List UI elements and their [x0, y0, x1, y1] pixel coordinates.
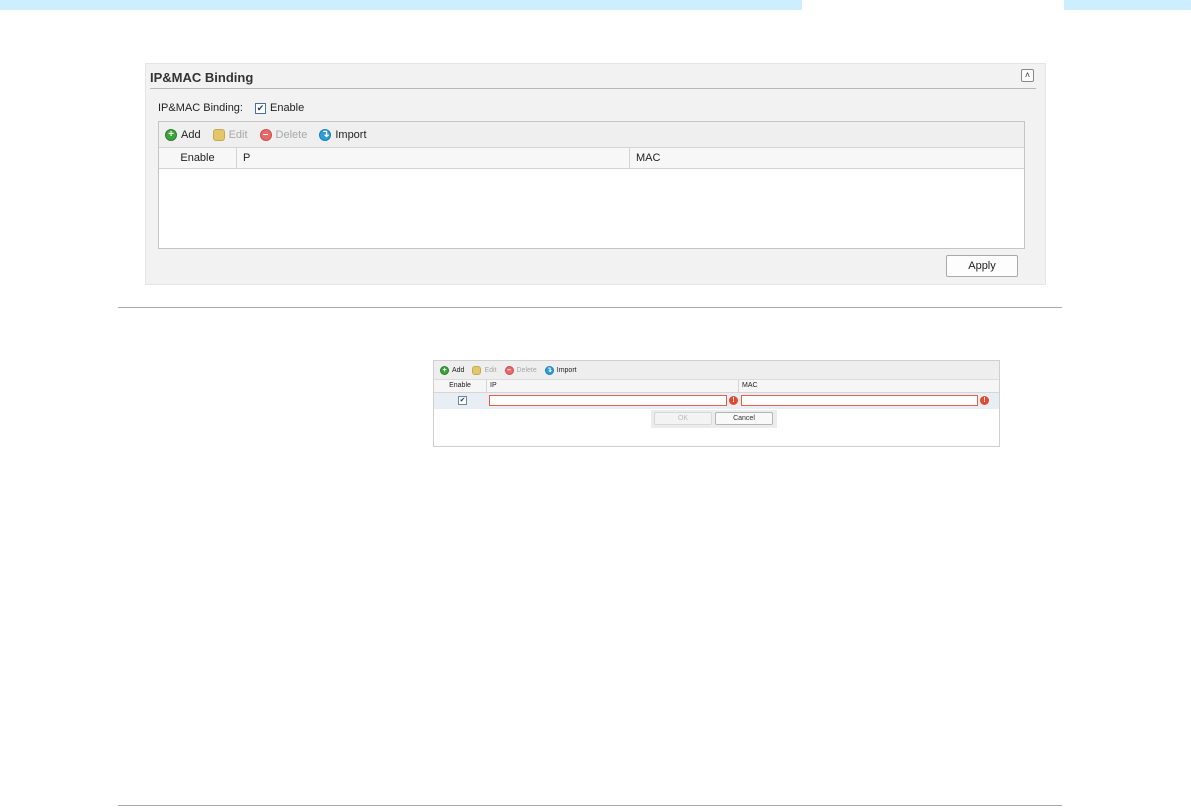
add-label: Add: [181, 128, 201, 141]
mini-delete-label: Delete: [516, 366, 537, 374]
mini-import-label: Import: [556, 366, 577, 374]
collapse-icon[interactable]: ˄: [1021, 69, 1034, 82]
section-divider-bottom: [118, 805, 1062, 806]
top-banner-right: [1064, 0, 1191, 10]
column-header-ip[interactable]: P: [237, 148, 630, 168]
column-header-enable[interactable]: Enable: [159, 148, 237, 168]
binding-enable-row: IP&MAC Binding: ✔ Enable: [158, 102, 304, 114]
mini-edit-label: Edit: [484, 366, 497, 374]
cancel-button[interactable]: Cancel: [715, 412, 773, 425]
row-edit-actions: OK Cancel: [651, 410, 777, 428]
edit-icon: [212, 128, 225, 141]
editing-grid-figure: + Add Edit – Delete ↴ Import Enable IP M…: [433, 360, 1000, 447]
delete-button[interactable]: – Delete: [259, 128, 308, 141]
add-icon: +: [440, 365, 449, 375]
panel-title: IP&MAC Binding: [150, 70, 254, 85]
import-label: Import: [335, 128, 367, 141]
edit-button[interactable]: Edit: [212, 128, 248, 141]
section-divider-top: [118, 307, 1062, 308]
error-icon: !: [729, 396, 738, 405]
binding-grid: + Add Edit – Delete ↴ Import Enable P MA…: [158, 121, 1025, 249]
mini-grid-header: Enable IP MAC: [434, 380, 999, 393]
mini-column-header-enable[interactable]: Enable: [434, 380, 487, 392]
grid-toolbar: + Add Edit – Delete ↴ Import: [159, 122, 1024, 148]
ip-mac-binding-panel: IP&MAC Binding ˄ IP&MAC Binding: ✔ Enabl…: [145, 63, 1046, 285]
grid-body: [159, 169, 1024, 248]
binding-enable-checkbox[interactable]: ✔: [254, 102, 266, 114]
mini-grid-toolbar: + Add Edit – Delete ↴ Import: [434, 361, 999, 380]
import-button[interactable]: ↴ Import: [319, 128, 367, 141]
mini-column-header-mac[interactable]: MAC: [739, 380, 999, 392]
column-header-mac[interactable]: MAC: [630, 148, 1024, 168]
delete-icon: –: [259, 128, 272, 141]
mini-edit-button[interactable]: Edit: [472, 365, 497, 375]
ok-button[interactable]: OK: [654, 412, 712, 425]
row-enable-checkbox[interactable]: ✔: [458, 396, 467, 405]
top-banner-left: [0, 0, 802, 10]
ip-input[interactable]: [489, 395, 727, 406]
add-icon: +: [165, 128, 177, 141]
mac-input[interactable]: [741, 395, 978, 406]
grid-header: Enable P MAC: [159, 148, 1024, 169]
mini-column-header-ip[interactable]: IP: [487, 380, 739, 392]
delete-label: Delete: [275, 128, 308, 141]
mini-add-button[interactable]: + Add: [440, 365, 465, 375]
panel-title-divider: [150, 88, 1036, 89]
binding-enable-label: Enable: [269, 102, 305, 114]
mini-import-button[interactable]: ↴ Import: [544, 365, 577, 375]
edit-label: Edit: [228, 128, 248, 141]
mini-add-label: Add: [452, 366, 465, 374]
error-icon: !: [980, 396, 989, 405]
delete-icon: –: [504, 365, 514, 375]
mini-delete-button[interactable]: – Delete: [504, 365, 537, 375]
import-icon: ↴: [544, 365, 554, 375]
add-button[interactable]: + Add: [165, 128, 201, 141]
editing-row: ✔ ! !: [434, 393, 999, 409]
edit-icon: [472, 365, 482, 375]
import-icon: ↴: [319, 128, 332, 141]
binding-label: IP&MAC Binding:: [158, 102, 243, 114]
apply-button[interactable]: Apply: [946, 255, 1018, 277]
